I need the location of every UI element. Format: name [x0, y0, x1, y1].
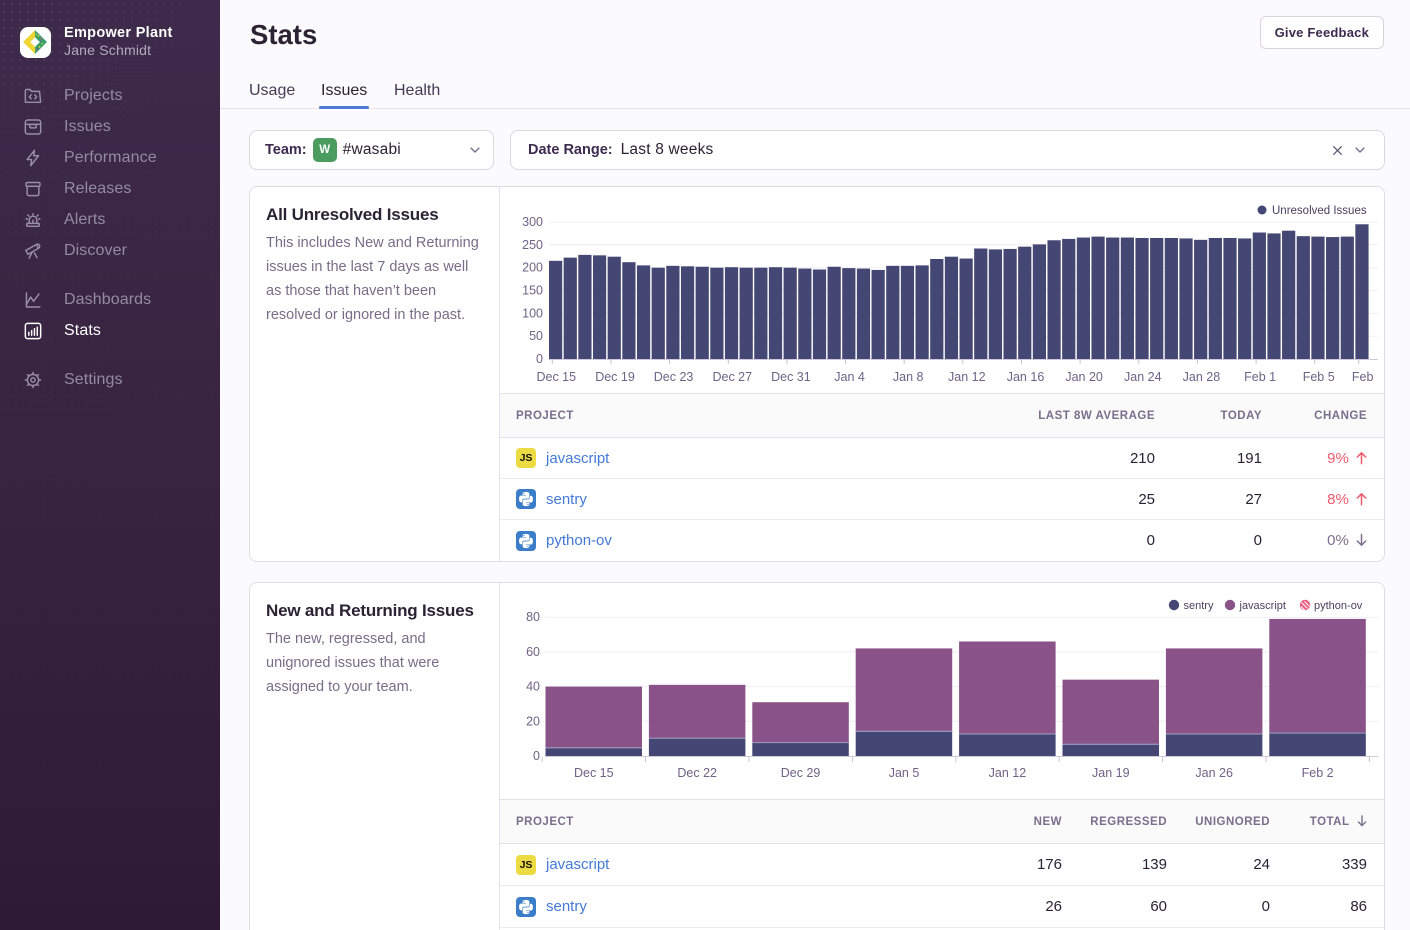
svg-text:0: 0 [533, 749, 540, 763]
svg-text:Jan 8: Jan 8 [893, 370, 924, 384]
svg-text:Dec 22: Dec 22 [677, 766, 717, 780]
svg-text:Jan 12: Jan 12 [948, 370, 986, 384]
svg-text:Unresolved Issues: Unresolved Issues [1272, 205, 1367, 217]
svg-text:Jan 12: Jan 12 [989, 766, 1027, 780]
svg-text:Jan 28: Jan 28 [1183, 370, 1221, 384]
svg-text:250: 250 [522, 238, 543, 252]
svg-text:40: 40 [526, 680, 540, 694]
svg-text:0: 0 [536, 352, 543, 366]
svg-text:20: 20 [526, 714, 540, 728]
svg-text:200: 200 [522, 261, 543, 275]
svg-text:Jan 5: Jan 5 [889, 766, 920, 780]
svg-text:80: 80 [526, 610, 540, 624]
svg-text:Dec 31: Dec 31 [771, 370, 811, 384]
svg-text:50: 50 [529, 329, 543, 343]
svg-text:100: 100 [522, 306, 543, 320]
svg-text:sentry: sentry [1184, 600, 1214, 612]
svg-text:Jan 20: Jan 20 [1065, 370, 1103, 384]
svg-text:python-ov: python-ov [1314, 600, 1363, 612]
svg-text:300: 300 [522, 215, 543, 229]
svg-text:Dec 29: Dec 29 [781, 766, 821, 780]
svg-text:Jan 4: Jan 4 [834, 370, 865, 384]
svg-text:Dec 15: Dec 15 [574, 766, 614, 780]
svg-text:Dec 15: Dec 15 [536, 370, 576, 384]
svg-text:Jan 26: Jan 26 [1195, 766, 1233, 780]
svg-text:Feb 5: Feb 5 [1303, 370, 1335, 384]
svg-text:Jan 24: Jan 24 [1124, 370, 1162, 384]
svg-text:javascript: javascript [1239, 600, 1286, 612]
svg-text:150: 150 [522, 284, 543, 298]
svg-text:Feb 1: Feb 1 [1244, 370, 1276, 384]
svg-text:Feb 2: Feb 2 [1302, 766, 1334, 780]
svg-text:60: 60 [526, 645, 540, 659]
svg-text:Jan 19: Jan 19 [1092, 766, 1130, 780]
svg-text:Jan 16: Jan 16 [1007, 370, 1045, 384]
svg-text:Dec 27: Dec 27 [712, 370, 752, 384]
svg-text:Dec 19: Dec 19 [595, 370, 635, 384]
svg-text:Feb: Feb [1352, 370, 1374, 384]
svg-text:Dec 23: Dec 23 [654, 370, 694, 384]
